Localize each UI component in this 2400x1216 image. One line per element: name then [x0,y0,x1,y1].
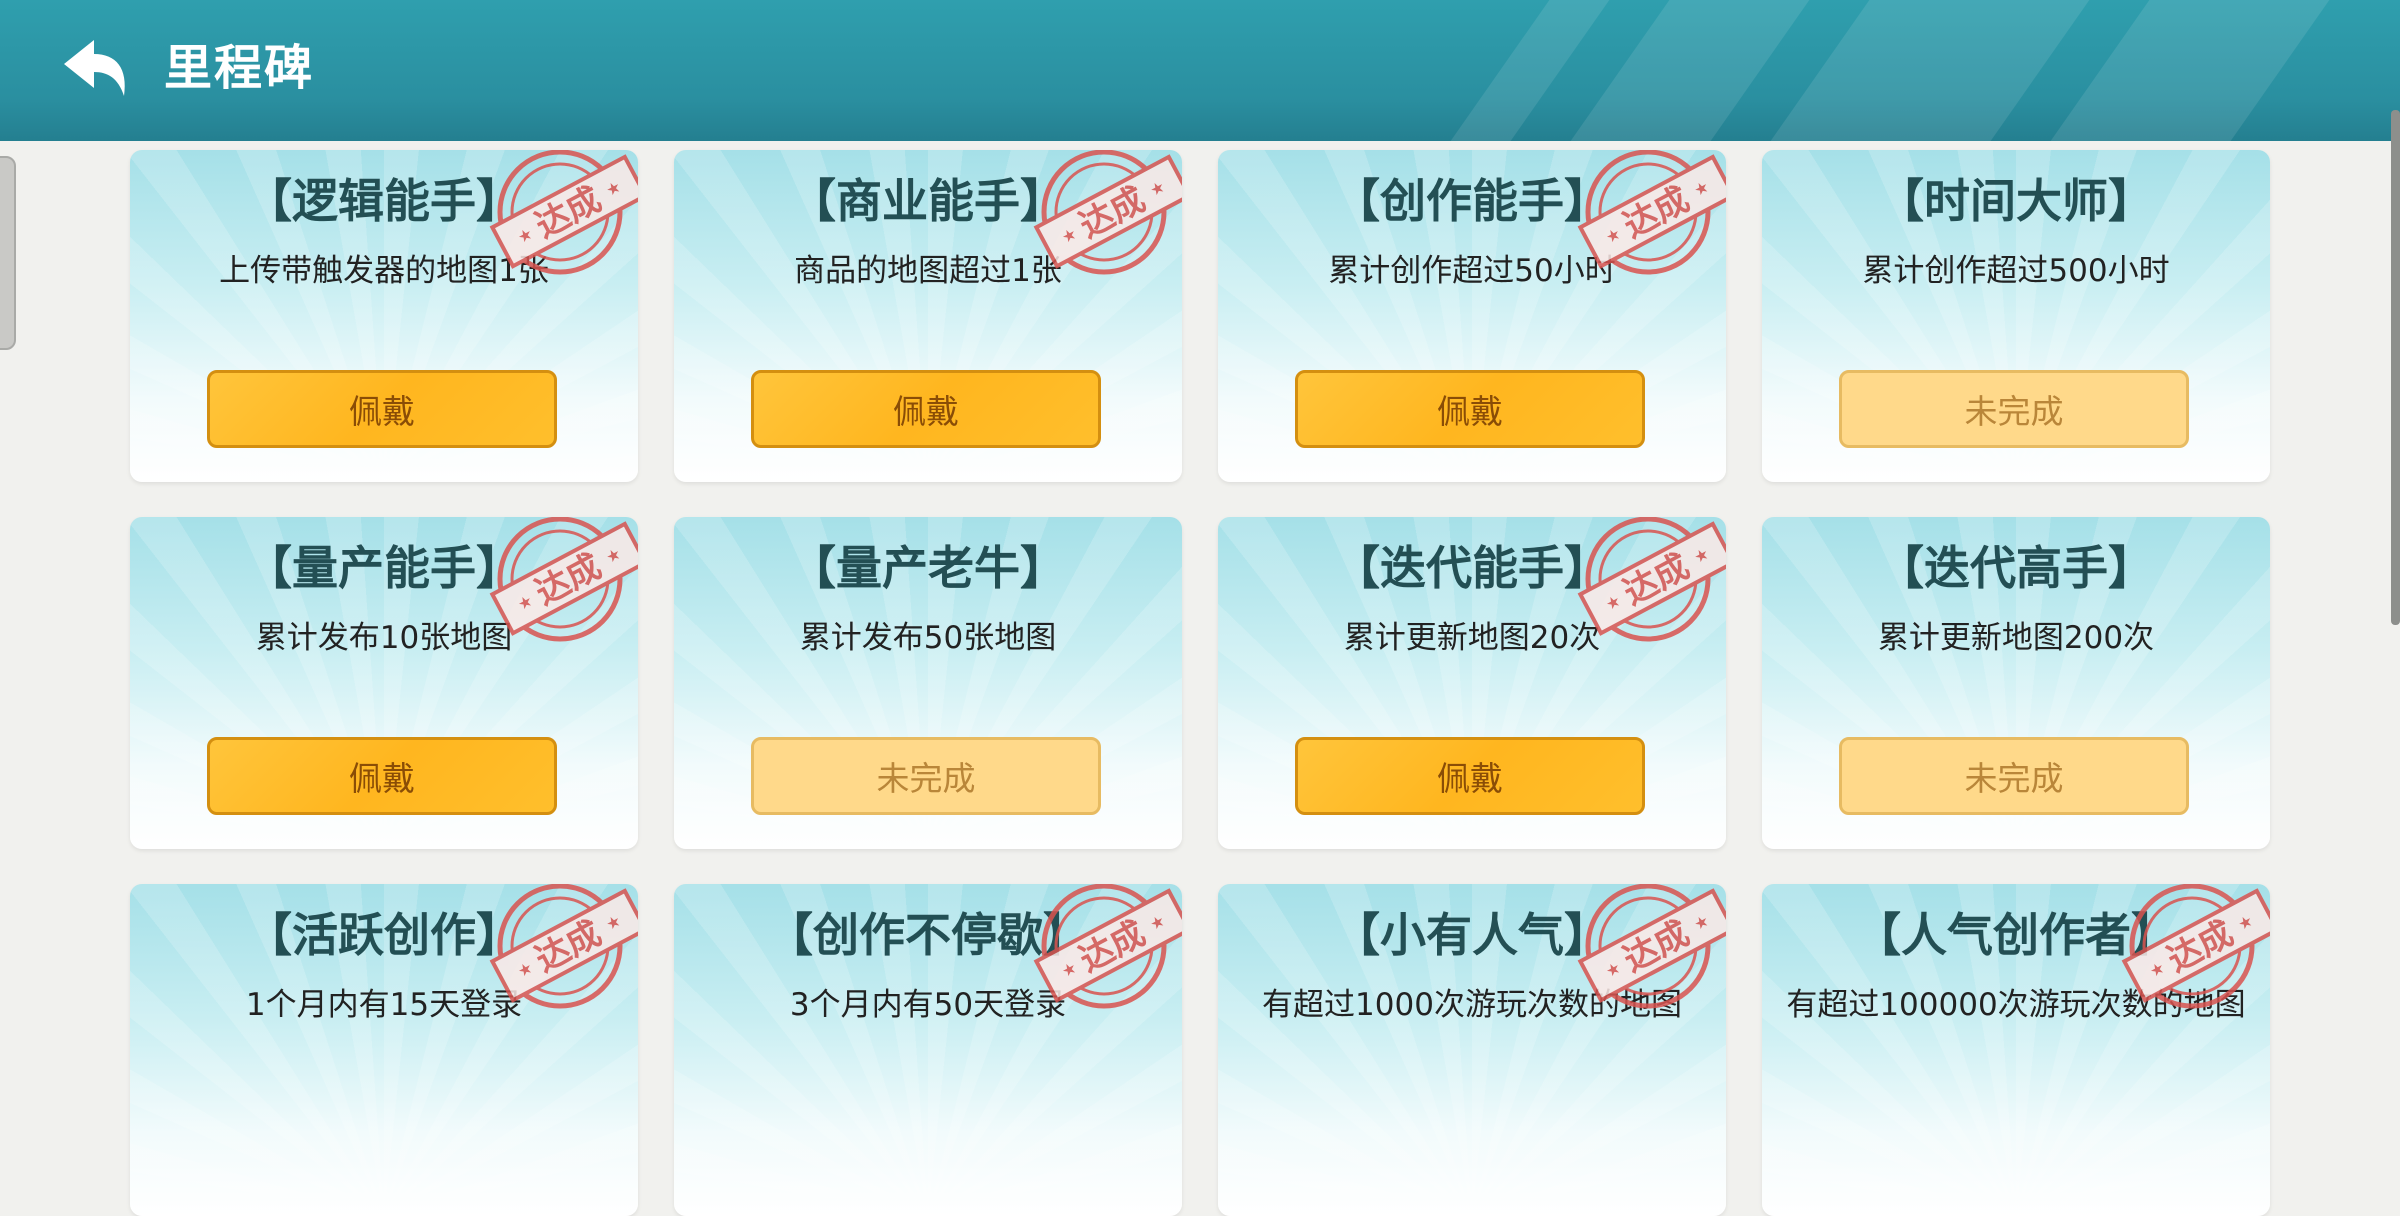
milestone-name: 【量产能手】 [246,541,522,595]
wear-button[interactable]: 佩戴 [207,737,557,815]
incomplete-button[interactable]: 未完成 [751,737,1101,815]
wear-button[interactable]: 佩戴 [207,370,557,448]
milestone-card: 【创作能手】 累计创作超过50小时 佩戴 达成 ★ ★ [1218,150,1726,482]
milestone-card: 【逻辑能手】 上传带触发器的地图1张 佩戴 达成 ★ ★ [130,150,638,482]
milestone-name: 【活跃创作】 [246,908,522,962]
milestone-card: 【商业能手】 商品的地图超过1张 佩戴 达成 ★ ★ [674,150,1182,482]
milestone-description: 商品的地图超过1张 [794,253,1062,289]
milestone-name: 【迭代能手】 [1334,541,1610,595]
side-drawer-handle[interactable] [0,156,16,350]
scrollbar[interactable] [2391,110,2400,625]
milestone-name: 【逻辑能手】 [246,174,522,228]
wear-button[interactable]: 佩戴 [751,370,1101,448]
milestone-name: 【小有人气】 [1334,908,1610,962]
milestone-card: 【量产老牛】 累计发布50张地图未完成 [674,517,1182,849]
milestone-description: 有超过100000次游玩次数的地图 [1786,987,2246,1023]
milestone-name: 【时间大师】 [1878,174,2154,228]
milestone-card: 【量产能手】 累计发布10张地图 佩戴 达成 ★ ★ [130,517,638,849]
milestone-description: 累计更新地图20次 [1343,620,1601,656]
milestone-name: 【创作能手】 [1334,174,1610,228]
incomplete-button[interactable]: 未完成 [1839,370,2189,448]
milestone-name: 【创作不停歇】 [767,908,1089,962]
header-decoration [1770,0,2090,141]
milestone-description: 累计发布50张地图 [799,620,1057,656]
milestone-name: 【量产老牛】 [790,541,1066,595]
milestone-description: 累计更新地图200次 [1877,620,2155,656]
milestone-name: 【迭代高手】 [1878,541,2154,595]
milestone-description: 累计创作超过500小时 [1862,253,2170,289]
milestone-card: 【人气创作者】 有超过100000次游玩次数的地图 达成 ★ ★ [1762,884,2270,1216]
milestone-name: 【商业能手】 [790,174,1066,228]
page-title: 里程碑 [164,40,315,96]
milestone-description: 3个月内有50天登录 [789,987,1067,1023]
milestone-description: 有超过1000次游玩次数的地图 [1262,987,1682,1023]
wear-button[interactable]: 佩戴 [1295,370,1645,448]
back-arrow-icon[interactable] [60,38,130,100]
milestone-name: 【人气创作者】 [1855,908,2177,962]
milestone-card: 【活跃创作】 1个月内有15天登录 达成 ★ ★ [130,884,638,1216]
incomplete-button[interactable]: 未完成 [1839,737,2189,815]
milestone-card: 【时间大师】 累计创作超过500小时未完成 [1762,150,2270,482]
milestone-description: 累计创作超过50小时 [1328,253,1616,289]
milestone-description: 上传带触发器的地图1张 [219,253,549,289]
wear-button[interactable]: 佩戴 [1295,737,1645,815]
milestone-card: 【迭代高手】 累计更新地图200次未完成 [1762,517,2270,849]
milestone-card: 【小有人气】 有超过1000次游玩次数的地图 达成 ★ ★ [1218,884,1726,1216]
milestone-description: 1个月内有15天登录 [245,987,523,1023]
header-decoration [1570,0,1810,141]
milestone-description: 累计发布10张地图 [255,620,513,656]
milestone-card: 【创作不停歇】 3个月内有50天登录 达成 ★ ★ [674,884,1182,1216]
top-bar: 里程碑 [0,0,2400,141]
header-decoration [2050,0,2330,141]
milestone-card: 【迭代能手】 累计更新地图20次 佩戴 达成 ★ ★ [1218,517,1726,849]
